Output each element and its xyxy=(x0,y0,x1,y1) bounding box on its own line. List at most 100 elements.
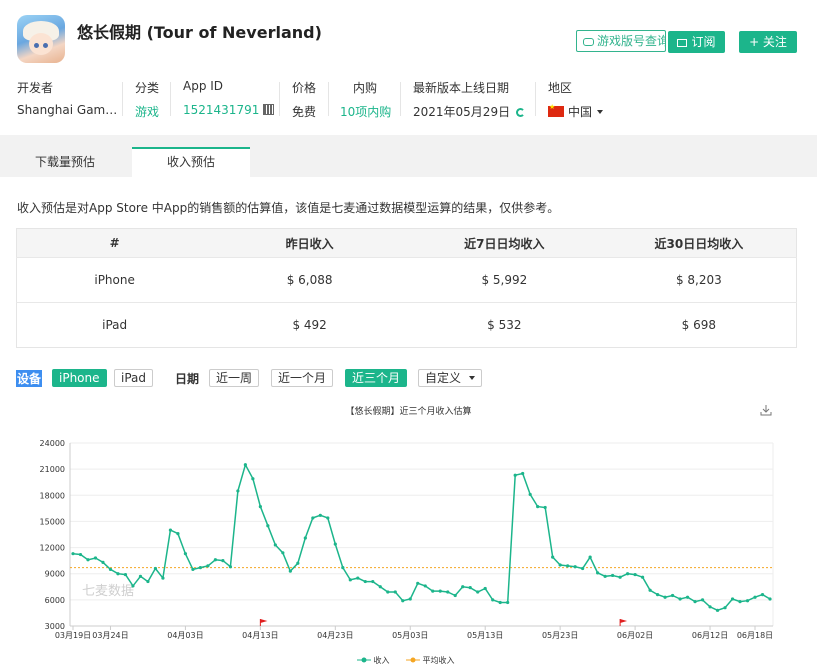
data-point xyxy=(228,565,232,569)
subscribe-label: 订阅 xyxy=(691,35,716,49)
device-ipad-chip[interactable]: iPad xyxy=(114,369,154,387)
table-header: # xyxy=(16,228,213,258)
divider xyxy=(170,82,171,116)
data-point xyxy=(333,542,337,546)
data-point xyxy=(483,586,487,591)
data-point xyxy=(348,578,352,582)
data-point xyxy=(446,590,450,594)
table-cell: iPad xyxy=(16,302,213,348)
price-label: 价格 xyxy=(292,81,317,95)
legend-item-average[interactable]: 平均收入 xyxy=(406,655,455,666)
follow-button[interactable]: + 关注 xyxy=(739,31,797,53)
data-point xyxy=(191,567,195,571)
region-select[interactable]: 中国 xyxy=(548,103,604,120)
game-license-query-button[interactable]: 游戏版号查询 xyxy=(576,30,666,52)
data-point xyxy=(86,558,90,562)
data-point xyxy=(341,566,345,570)
data-point xyxy=(521,471,525,476)
data-point xyxy=(176,532,180,536)
y-tick-label: 9000 xyxy=(45,570,65,579)
legend-item-revenue[interactable]: 收入 xyxy=(357,655,390,666)
category-value[interactable]: 游戏 xyxy=(135,103,159,120)
data-point xyxy=(708,605,712,609)
developer-label: 开发者 xyxy=(17,81,54,95)
data-point xyxy=(408,597,412,601)
custom-date-dropdown[interactable]: 自定义 xyxy=(418,369,483,387)
appid-label: App ID xyxy=(183,79,224,93)
refresh-icon[interactable] xyxy=(516,108,526,117)
tab-revenue-estimate[interactable]: 收入预估 xyxy=(132,147,250,177)
data-point xyxy=(738,600,742,604)
legend-revenue-icon xyxy=(357,657,371,663)
x-tick-label: 05月13日 xyxy=(467,631,503,640)
device-label: 设备 xyxy=(16,370,43,387)
data-point xyxy=(453,593,457,598)
release-date-label: 最新版本上线日期 xyxy=(413,81,510,95)
caret-down-icon xyxy=(597,110,604,114)
date-three-months-chip[interactable]: 近三个月 xyxy=(345,369,408,387)
device-iphone-chip[interactable]: iPhone xyxy=(52,369,107,387)
download-icon[interactable] xyxy=(760,404,772,416)
app-icon xyxy=(17,15,65,63)
data-point xyxy=(78,552,83,557)
data-point xyxy=(760,593,765,597)
data-point xyxy=(108,567,113,571)
appid-value[interactable]: 1521431791 xyxy=(183,103,259,117)
release-date-value: 2021年05月29日 xyxy=(413,105,511,119)
data-point xyxy=(93,556,98,560)
data-point xyxy=(326,516,330,520)
developer-value[interactable]: Shanghai Gam… xyxy=(17,103,117,117)
y-tick-label: 6000 xyxy=(45,596,65,605)
caret-down-icon xyxy=(469,376,476,380)
data-point xyxy=(423,584,427,588)
app-header: 悠长假期 (Tour of Neverland) 游戏版号查询 订阅 + 关注 … xyxy=(0,0,817,135)
data-point xyxy=(386,590,390,594)
x-tick-label: 04月23日 xyxy=(317,631,353,640)
table-cell: $ 6,088 xyxy=(212,257,407,303)
chart-title: 【悠长假期】近三个月收入估算 xyxy=(345,407,472,417)
iap-value[interactable]: 10项内购 xyxy=(340,103,391,120)
data-point xyxy=(730,597,735,601)
data-point xyxy=(491,598,495,602)
data-point xyxy=(288,569,292,573)
event-flag-icon xyxy=(260,619,268,623)
y-tick-label: 3000 xyxy=(45,622,65,631)
table-cell: $ 532 xyxy=(406,302,602,348)
data-point xyxy=(303,536,307,540)
data-point xyxy=(498,600,502,605)
x-tick-label: 04月03日 xyxy=(167,631,203,640)
subscribe-button[interactable]: 订阅 xyxy=(668,31,725,53)
data-point xyxy=(101,560,105,564)
data-point xyxy=(116,572,120,576)
data-point xyxy=(611,573,615,578)
date-week-chip[interactable]: 近一周 xyxy=(209,369,260,387)
data-point xyxy=(655,593,660,597)
data-point xyxy=(745,599,750,603)
date-month-chip[interactable]: 近一个月 xyxy=(271,369,334,387)
data-point xyxy=(581,566,585,571)
data-point xyxy=(693,600,697,604)
qrcode-icon[interactable] xyxy=(263,104,275,115)
app-title: 悠长假期 (Tour of Neverland) xyxy=(77,23,322,42)
data-point xyxy=(258,505,262,509)
data-point xyxy=(506,600,510,605)
data-point xyxy=(183,552,188,556)
data-point xyxy=(378,585,382,589)
data-point xyxy=(206,564,210,568)
data-point xyxy=(416,581,420,585)
tab-download-estimate[interactable]: 下载量预估 xyxy=(0,147,130,177)
data-point xyxy=(648,588,652,592)
data-point xyxy=(393,590,397,594)
divider xyxy=(400,82,401,116)
data-point xyxy=(266,524,270,528)
divider xyxy=(122,82,123,116)
data-point xyxy=(198,566,203,570)
data-point xyxy=(71,552,75,556)
data-point xyxy=(296,561,300,565)
data-point xyxy=(603,574,607,578)
data-point xyxy=(123,572,128,577)
data-point xyxy=(138,574,143,578)
data-point xyxy=(213,558,217,562)
table-header: 昨日收入 xyxy=(212,228,407,258)
data-point xyxy=(633,572,637,577)
